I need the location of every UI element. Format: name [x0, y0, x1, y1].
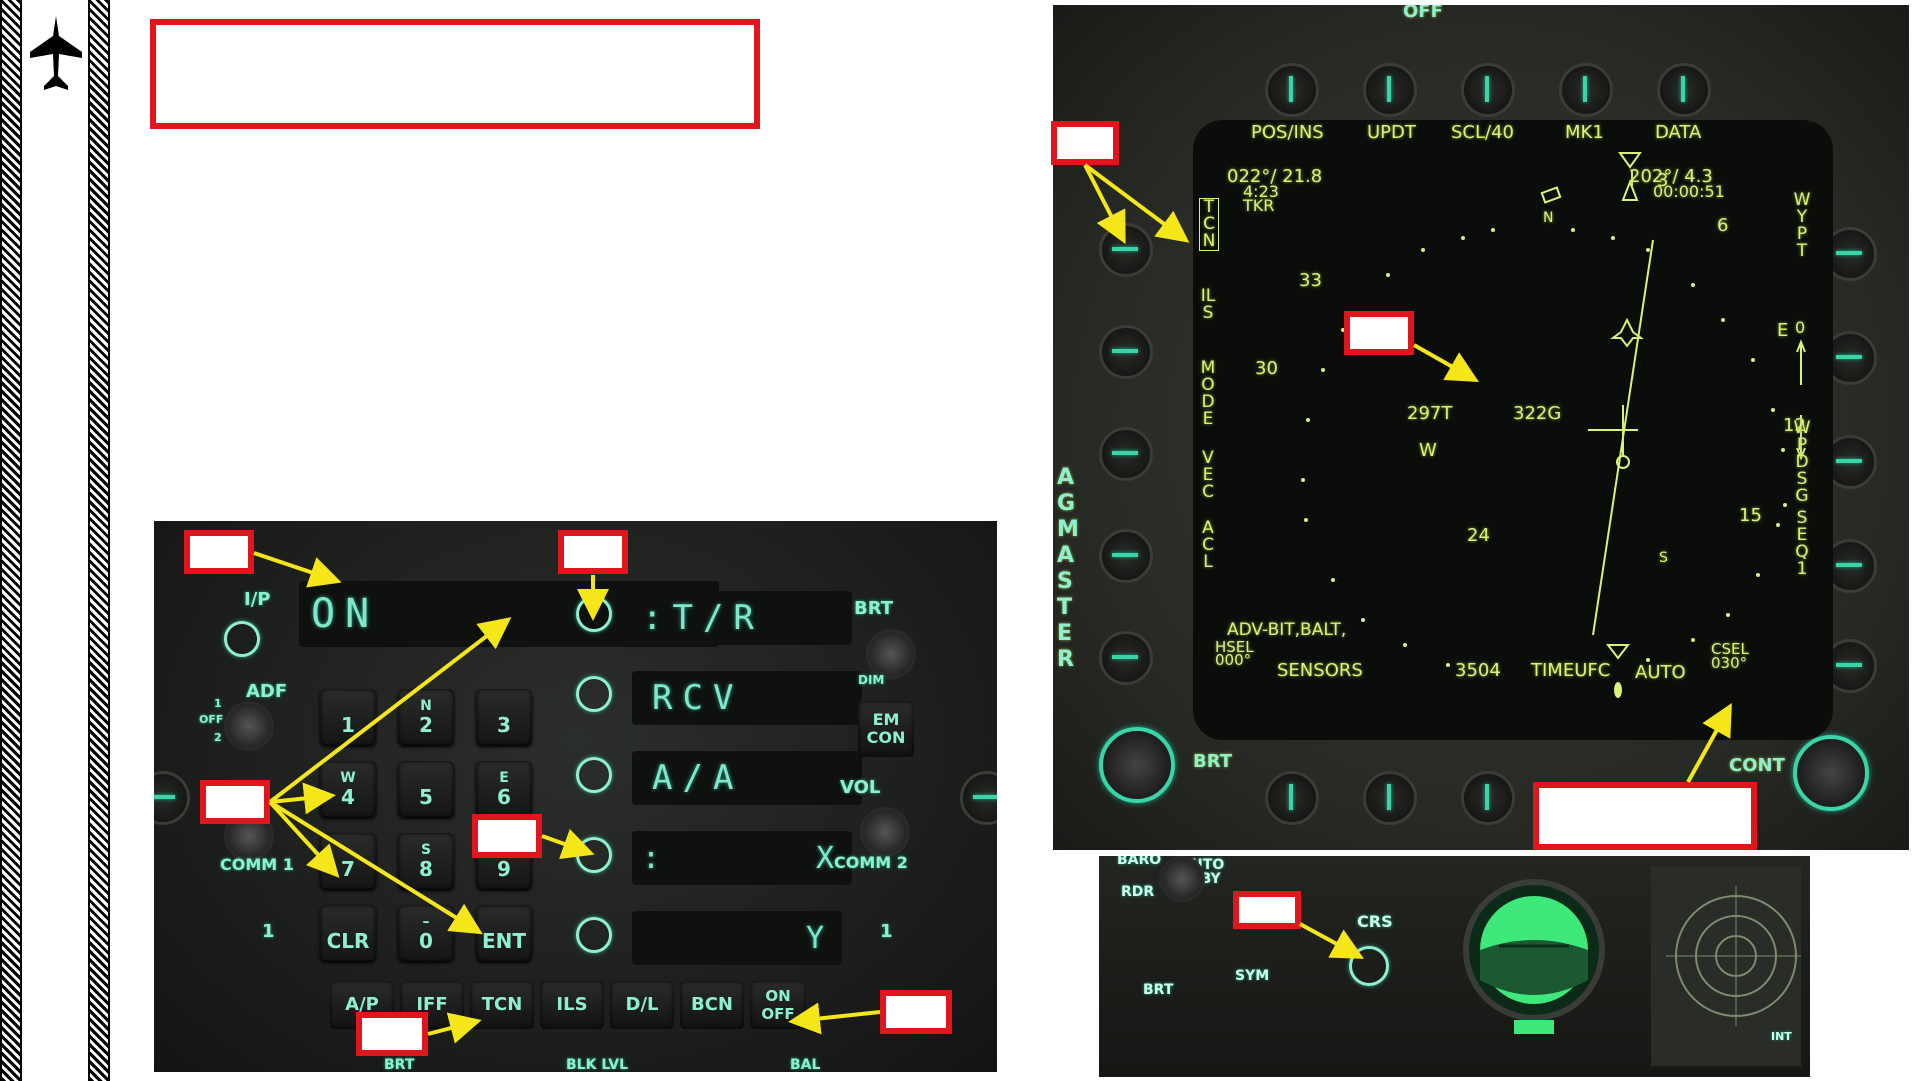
annotation-arrows [253, 163, 1732, 1044]
